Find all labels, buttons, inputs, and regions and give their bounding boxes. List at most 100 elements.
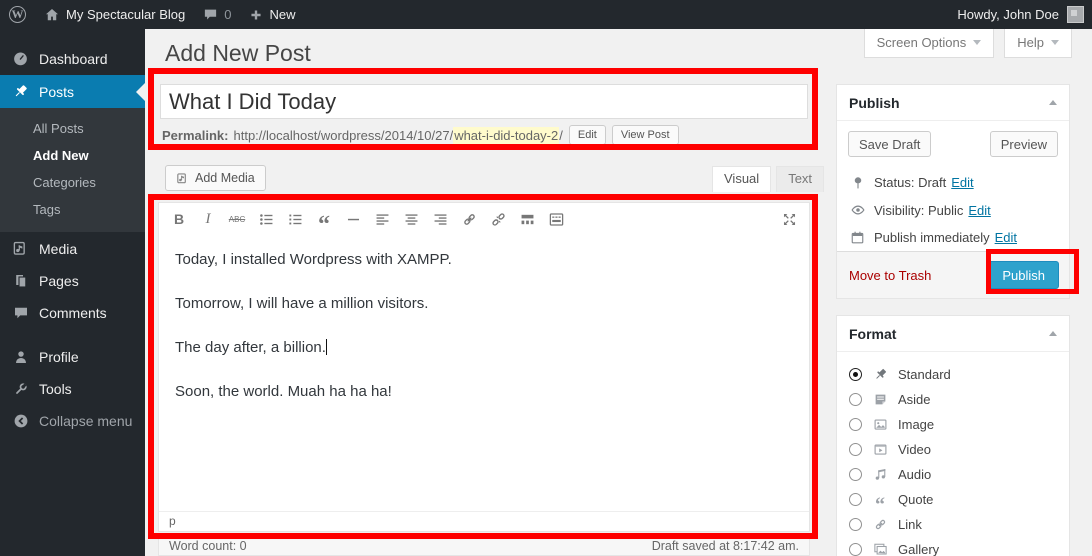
sidebar-item-profile[interactable]: Profile <box>0 341 145 373</box>
remove-link-button[interactable] <box>486 207 510 231</box>
preview-button[interactable]: Preview <box>990 131 1058 157</box>
insert-link-button[interactable] <box>457 207 481 231</box>
bulleted-list-button[interactable] <box>254 207 278 231</box>
dashboard-icon <box>11 50 30 67</box>
visibility-text: Visibility: PublicEdit <box>874 203 991 218</box>
link-icon <box>461 211 478 228</box>
sidebar-item-posts[interactable]: Posts <box>0 75 145 108</box>
sidebar-item-media[interactable]: Media <box>0 232 145 265</box>
publish-minor-actions: Save Draft Preview <box>837 121 1069 169</box>
format-option-gallery[interactable]: Gallery <box>849 537 1057 556</box>
status-value: Draft <box>918 175 946 190</box>
paragraph-text: Tomorrow, I will have a million visitors… <box>175 295 428 312</box>
format-option-standard[interactable]: Standard <box>849 362 1057 387</box>
submenu-item-all-posts[interactable]: All Posts <box>0 115 145 142</box>
sidebar-item-dashboard[interactable]: Dashboard <box>0 42 145 75</box>
format-option-label: Video <box>898 442 931 457</box>
add-media-button[interactable]: Add Media <box>165 165 266 191</box>
fullscreen-icon <box>781 211 798 228</box>
toolbar-toggle-button[interactable] <box>544 207 568 231</box>
align-right-button[interactable] <box>428 207 452 231</box>
distraction-free-button[interactable] <box>777 207 801 231</box>
eye-icon <box>849 202 866 218</box>
visual-tab[interactable]: Visual <box>712 166 771 192</box>
radio-button[interactable] <box>849 518 862 531</box>
submenu-item-categories[interactable]: Categories <box>0 169 145 196</box>
numbered-list-button[interactable] <box>283 207 307 231</box>
align-center-button[interactable] <box>399 207 423 231</box>
edit-permalink-button[interactable]: Edit <box>569 125 606 145</box>
editor-paragraph: The day after, a billion. <box>175 339 793 356</box>
collapse-toggle-icon[interactable] <box>1049 100 1057 105</box>
more-tag-button[interactable] <box>515 207 539 231</box>
save-draft-button[interactable]: Save Draft <box>848 131 931 157</box>
sidebar-item-tools[interactable]: Tools <box>0 373 145 405</box>
visibility-label: Visibility: <box>874 203 924 218</box>
format-option-aside[interactable]: Aside <box>849 387 1057 412</box>
publish-title: Publish <box>849 95 900 111</box>
submenu-item-add-new[interactable]: Add New <box>0 142 145 169</box>
screen-options-label: Screen Options <box>877 35 967 50</box>
align-left-button[interactable] <box>370 207 394 231</box>
edit-status-link[interactable]: Edit <box>951 175 973 190</box>
major-publishing-actions: Move to Trash Publish <box>837 251 1069 298</box>
howdy-account-menu[interactable]: Howdy, John Doe <box>957 7 1059 22</box>
move-to-trash-link[interactable]: Move to Trash <box>849 268 931 283</box>
format-video-icon <box>871 442 889 457</box>
schedule-row: Publish immediatelyEdit <box>837 224 1069 251</box>
text-tab[interactable]: Text <box>776 166 824 192</box>
more-tag-icon <box>519 211 536 228</box>
screen-options-tab[interactable]: Screen Options <box>864 29 995 58</box>
site-name-menu[interactable]: My Spectacular Blog <box>35 0 194 29</box>
horizontal-rule-button[interactable] <box>341 207 365 231</box>
format-option-audio[interactable]: Audio <box>849 462 1057 487</box>
wp-logo-menu[interactable]: W <box>0 0 35 29</box>
sidebar-label: Dashboard <box>39 51 108 67</box>
blockquote-button[interactable]: “ <box>312 207 336 231</box>
sidebar-item-pages[interactable]: Pages <box>0 265 145 297</box>
editor-content-area[interactable]: Today, I installed Wordpress with XAMPP.… <box>159 235 809 511</box>
help-tab[interactable]: Help <box>1004 29 1072 58</box>
numbered-list-icon <box>287 211 304 228</box>
publish-button[interactable]: Publish <box>988 261 1059 289</box>
plus-icon <box>249 8 263 22</box>
format-gallery-icon <box>871 542 889 556</box>
view-post-button[interactable]: View Post <box>612 125 679 145</box>
strikethrough-button[interactable]: ABC <box>225 207 249 231</box>
paragraph-text: Today, I installed Wordpress with XAMPP. <box>175 251 452 268</box>
permalink-slug[interactable]: what-i-did-today-2 <box>453 127 559 144</box>
editor-paragraph: Tomorrow, I will have a million visitors… <box>175 295 793 312</box>
new-content-menu[interactable]: New <box>240 0 304 29</box>
format-option-quote[interactable]: “ Quote <box>849 487 1057 512</box>
radio-button[interactable] <box>849 368 862 381</box>
paragraph-text: Soon, the world. Muah ha ha ha! <box>175 383 392 400</box>
radio-button[interactable] <box>849 443 862 456</box>
sidebar-label: Tools <box>39 381 72 397</box>
radio-button[interactable] <box>849 543 862 556</box>
user-avatar <box>1067 6 1084 23</box>
comments-adminbar-menu[interactable]: 0 <box>194 0 240 29</box>
align-left-icon <box>374 211 391 228</box>
sidebar-item-collapse-menu[interactable]: Collapse menu <box>0 405 145 437</box>
post-title-input[interactable] <box>160 84 808 119</box>
format-option-image[interactable]: Image <box>849 412 1057 437</box>
edit-schedule-link[interactable]: Edit <box>995 230 1017 245</box>
bold-button[interactable]: B <box>167 207 191 231</box>
radio-button[interactable] <box>849 493 862 506</box>
format-option-label: Aside <box>898 392 931 407</box>
italic-icon: I <box>206 211 211 228</box>
edit-visibility-link[interactable]: Edit <box>968 203 990 218</box>
italic-button[interactable]: I <box>196 207 220 231</box>
format-option-video[interactable]: Video <box>849 437 1057 462</box>
radio-button[interactable] <box>849 468 862 481</box>
radio-button[interactable] <box>849 393 862 406</box>
format-option-link[interactable]: Link <box>849 512 1057 537</box>
publish-postbox-header[interactable]: Publish <box>837 85 1069 121</box>
editor-paragraph: Today, I installed Wordpress with XAMPP. <box>175 251 793 268</box>
format-postbox-header[interactable]: Format <box>837 316 1069 352</box>
collapse-toggle-icon[interactable] <box>1049 331 1057 336</box>
comment-bubble-icon <box>203 7 218 22</box>
radio-button[interactable] <box>849 418 862 431</box>
sidebar-item-comments[interactable]: Comments <box>0 297 145 329</box>
submenu-item-tags[interactable]: Tags <box>0 196 145 223</box>
